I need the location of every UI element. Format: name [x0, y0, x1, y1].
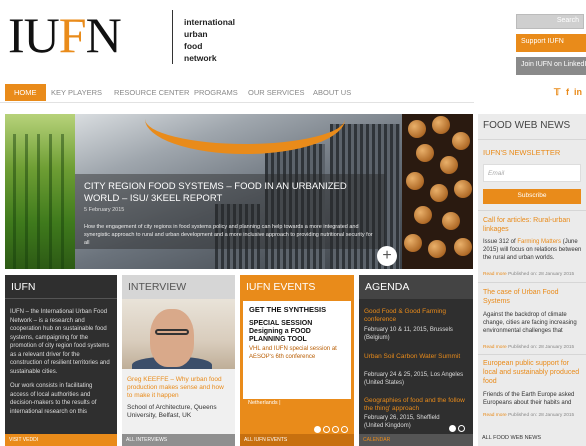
- sidebar-divider: [478, 139, 586, 140]
- interviewee-photo[interactable]: [122, 299, 235, 369]
- slider-dot[interactable]: [323, 426, 330, 433]
- slider-dot[interactable]: [314, 426, 321, 433]
- agenda-item-date: February 26, 2015, Sheffield (United Kin…: [364, 415, 440, 429]
- event-heading: GET THE SYNTHESIS: [249, 305, 327, 314]
- hero-date: 5 February 2015: [84, 207, 125, 213]
- slider-dot[interactable]: [449, 425, 456, 432]
- sidebar-title: FOOD WEB NEWS: [483, 120, 571, 131]
- site-header: IUFN international urban food network Se…: [0, 0, 586, 80]
- interview-column: INTERVIEW Greg KEEFFE – Why urban food p…: [122, 275, 235, 446]
- agenda-column: AGENDA Good Food & Good Farming conferen…: [359, 275, 473, 446]
- news-text-prefix: Issue 312 of: [483, 239, 518, 245]
- calendar-link[interactable]: CALENDAR: [359, 434, 473, 446]
- event-session: SPECIAL SESSION Designing a FOOD PLANNIN…: [249, 320, 313, 343]
- join-linkedin-button[interactable]: Join IUFN on LinkedIn: [516, 57, 586, 75]
- agenda-item-title[interactable]: Urban Soil Carbon Water Summit: [364, 353, 468, 361]
- agenda-item-date: February 10 & 11, 2015, Brussels (Belgiu…: [364, 327, 453, 341]
- facebook-icon[interactable]: f: [566, 87, 569, 97]
- slider-dot[interactable]: [458, 425, 465, 432]
- news-item-title[interactable]: The case of Urban Food Systems: [483, 288, 581, 306]
- news-item-text: Against the backdrop of climate change, …: [483, 312, 577, 334]
- news-item-title[interactable]: European public support for local and su…: [483, 359, 581, 386]
- nav-divider: [0, 102, 474, 103]
- interview-link[interactable]: Greg KEEFFE – Why urban food production …: [127, 376, 231, 400]
- hero-description: How the engagement of city regions in fo…: [84, 224, 373, 246]
- twitter-icon[interactable]: 𝕋: [554, 87, 560, 98]
- search-input[interactable]: Search: [516, 14, 584, 29]
- iufn-logo[interactable]: IUFN: [8, 10, 122, 60]
- tagline-line: network: [184, 53, 217, 63]
- read-more-link[interactable]: Read more: [483, 345, 507, 350]
- iufn-description: IUFN – the International Urban Food Netw…: [10, 309, 110, 375]
- logo-divider: [172, 10, 173, 64]
- farming-matters-link[interactable]: Farming Matters: [517, 239, 561, 245]
- linkedin-icon[interactable]: in: [574, 87, 582, 97]
- email-field[interactable]: Email: [483, 164, 581, 182]
- hero-title[interactable]: CITY REGION FOOD SYSTEMS – FOOD IN AN UR…: [84, 181, 374, 205]
- all-food-web-news-link[interactable]: ALL FOOD WEB NEWS: [482, 435, 541, 441]
- agenda-item-title[interactable]: Geographies of food and the follow the t…: [364, 397, 468, 413]
- nav-resource-center[interactable]: RESOURCE CENTER: [114, 84, 189, 101]
- iufn-column-body: IUFN – the International Urban Food Netw…: [10, 308, 110, 416]
- slider-dot[interactable]: [341, 426, 348, 433]
- news-item-title[interactable]: Call for articles: Rural-urban linkages: [483, 216, 581, 234]
- published-date: Published on: 28 January 2015: [508, 345, 575, 350]
- news-item-meta: Read more Published on: 28 January 2015: [483, 345, 583, 350]
- sidebar-divider: [478, 282, 586, 283]
- event-slider-dots[interactable]: [312, 420, 348, 438]
- all-interviews-link[interactable]: ALL INTERVIEWS: [122, 434, 235, 446]
- nav-our-services[interactable]: OUR SERVICES: [248, 84, 305, 101]
- slider-dot[interactable]: [332, 426, 339, 433]
- agenda-item-title[interactable]: Good Food & Good Farming conference: [364, 308, 468, 324]
- interview-affiliation: School of Architecture, Queens Universit…: [127, 404, 217, 419]
- news-item-meta: Read more Published on: 28 January 2015: [483, 413, 583, 418]
- news-item-meta: Read more Published on: 28 January 2015: [483, 272, 583, 277]
- subscribe-button[interactable]: Subscribe: [483, 189, 581, 204]
- sidebar-divider: [478, 210, 586, 211]
- main-nav: HOME KEY PLAYERS RESOURCE CENTER PROGRAM…: [0, 84, 586, 102]
- published-date: Published on: 28 January 2015: [508, 413, 575, 418]
- tagline-line: urban: [184, 29, 208, 39]
- support-iufn-button[interactable]: Support IUFN: [516, 34, 586, 52]
- tagline-line: food: [184, 41, 203, 51]
- nav-about-us[interactable]: ABOUT US: [313, 84, 351, 101]
- iufn-column: IUFN IUFN – the International Urban Food…: [5, 275, 117, 446]
- sidebar-divider: [478, 354, 586, 355]
- tagline-line: international: [184, 17, 236, 27]
- news-item-text: Friends of the Earth Europe asked Europe…: [483, 392, 575, 406]
- events-column-title: IUFN EVENTS: [246, 281, 316, 293]
- nav-home[interactable]: HOME: [5, 84, 46, 101]
- agenda-column-title: AGENDA: [359, 275, 473, 299]
- crop-field-image: [5, 114, 75, 269]
- published-date: Published on: 28 January 2015: [508, 272, 575, 277]
- event-date: November 7th 2014: [248, 350, 297, 356]
- hero-more-button[interactable]: +: [377, 246, 397, 266]
- nuts-image: [402, 114, 473, 269]
- newsletter-label: IUFN'S NEWSLETTER: [483, 148, 561, 157]
- iufn-column-title: IUFN: [5, 275, 117, 299]
- nav-key-players[interactable]: KEY PLAYERS: [51, 84, 102, 101]
- logo-tagline: international urban food network: [184, 16, 235, 64]
- event-location: Leeuwarden Congress Center | The Netherl…: [248, 393, 336, 406]
- read-more-link[interactable]: Read more: [483, 413, 507, 418]
- read-more-link[interactable]: Read more: [483, 272, 507, 277]
- interview-column-title: INTERVIEW: [122, 275, 235, 299]
- nav-programs[interactable]: PROGRAMS: [194, 84, 238, 101]
- visit-link[interactable]: VISIT VEDDI: [5, 434, 117, 446]
- news-item-text: Issue 312 of Farming Matters (June 2015)…: [483, 238, 583, 262]
- agenda-item-date: February 24 & 25, 2015, Los Angeles (Uni…: [364, 372, 464, 386]
- iufn-work: Our work consists in facilitating access…: [10, 383, 97, 415]
